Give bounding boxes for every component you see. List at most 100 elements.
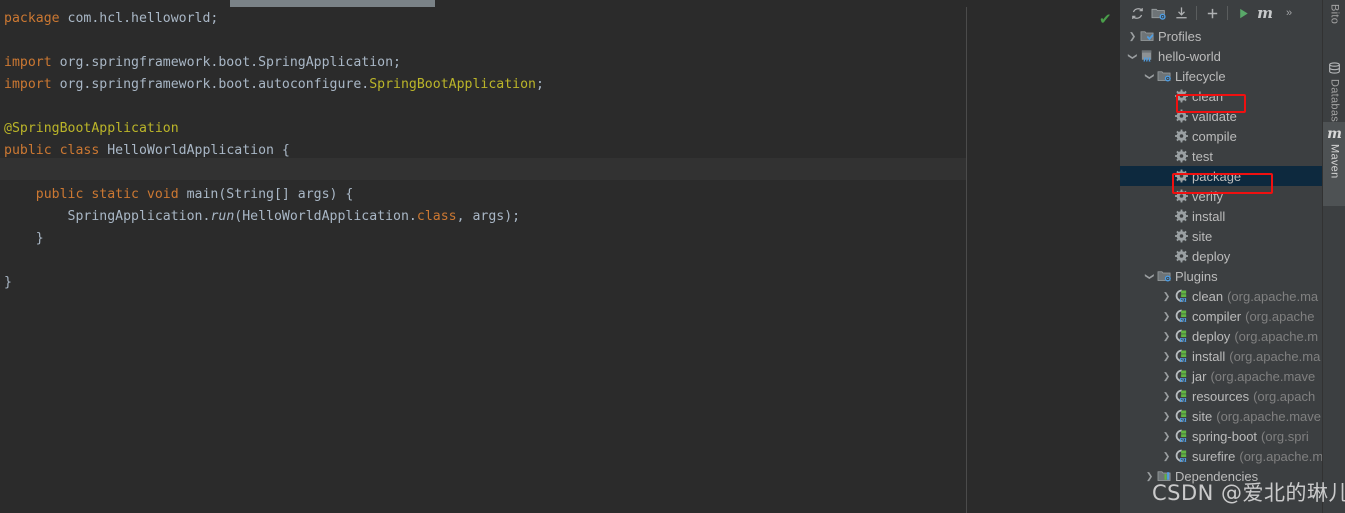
- dependencies-folder-icon: [1156, 469, 1172, 483]
- tree-row-spring-boot[interactable]: ❯ m spring-boot (org.spri: [1120, 426, 1322, 446]
- goal-gear-icon: [1173, 229, 1189, 243]
- code-token: import: [4, 55, 52, 70]
- tree-row-jar[interactable]: ❯ m jar (org.apache.mave: [1120, 366, 1322, 386]
- svg-text:m: m: [1179, 435, 1187, 443]
- plugin-icon: m: [1173, 449, 1189, 463]
- plugin-icon: m: [1173, 369, 1189, 383]
- goal-gear-icon: [1173, 249, 1189, 263]
- maven-m-icon: m: [1327, 126, 1342, 142]
- inspection-status-check-icon[interactable]: ✔: [1099, 10, 1112, 28]
- goal-gear-icon: [1173, 189, 1189, 203]
- code-token: org.springframework.boot.autoconfigure.: [51, 77, 370, 92]
- tree-row-group-id: (org.spri: [1261, 428, 1309, 444]
- tree-row-group-id: (org.apache.ma: [1227, 288, 1319, 304]
- run-maven-build-icon[interactable]: [1232, 2, 1254, 24]
- tree-row-validate[interactable]: · validate: [1120, 106, 1322, 126]
- tree-row-install[interactable]: ❯ m install (org.apache.ma: [1120, 346, 1322, 366]
- code-text-area[interactable]: package com.hcl.helloworld; import org.s…: [0, 7, 966, 513]
- tree-indent-spacer: ·: [1160, 231, 1173, 241]
- tool-tab-bito[interactable]: Bito: [1323, 2, 1345, 48]
- tree-row-verify[interactable]: · verify: [1120, 186, 1322, 206]
- tree-row-label: Lifecycle: [1175, 68, 1226, 84]
- tree-row-package[interactable]: · package: [1120, 166, 1322, 186]
- tree-row-lifecycle[interactable]: ❯ Lifecycle: [1120, 66, 1322, 86]
- tree-row-label: surefire: [1192, 448, 1236, 464]
- goal-gear-icon: [1173, 169, 1189, 183]
- editor-horizontal-scrollbar-track[interactable]: [0, 0, 1120, 7]
- tree-row-compiler[interactable]: ❯ m compiler (org.apache: [1120, 306, 1322, 326]
- right-tool-window-bar[interactable]: Bito Database m Maven: [1322, 0, 1345, 513]
- chevron-right-icon[interactable]: ❯: [1160, 371, 1173, 382]
- chevron-right-icon[interactable]: ❯: [1160, 451, 1173, 462]
- chevron-down-icon[interactable]: ❯: [1127, 50, 1138, 63]
- tree-row-clean[interactable]: ❯ m clean (org.apache.ma: [1120, 286, 1322, 306]
- tree-row-compile[interactable]: · compile: [1120, 126, 1322, 146]
- chevron-right-icon[interactable]: ❯: [1160, 291, 1173, 302]
- maven-tool-window[interactable]: m » ❯Profiles❯mhello-world❯Lifecycle·cle…: [1120, 0, 1322, 513]
- code-editor[interactable]: package com.hcl.helloworld; import org.s…: [0, 0, 1120, 513]
- tree-row-label: verify: [1192, 188, 1224, 204]
- chevron-right-icon[interactable]: ❯: [1160, 411, 1173, 422]
- tree-row-site[interactable]: · site: [1120, 226, 1322, 246]
- more-options-icon[interactable]: »: [1278, 2, 1300, 24]
- tree-row-label: install: [1192, 208, 1226, 224]
- code-token: SpringApplication.: [4, 209, 211, 224]
- chevron-right-icon[interactable]: ❯: [1126, 31, 1139, 42]
- tree-indent-spacer: ·: [1160, 151, 1173, 161]
- tree-row-label: test: [1192, 148, 1213, 164]
- chevron-down-icon[interactable]: ❯: [1144, 270, 1155, 283]
- tree-row-test[interactable]: · test: [1120, 146, 1322, 166]
- tree-indent-spacer: ·: [1160, 191, 1173, 201]
- chevron-right-icon[interactable]: ❯: [1160, 431, 1173, 442]
- plugin-icon: m: [1173, 309, 1189, 323]
- source-code[interactable]: package com.hcl.helloworld; import org.s…: [0, 7, 544, 294]
- add-maven-project-icon[interactable]: [1201, 2, 1223, 24]
- maven-toolbar[interactable]: m »: [1120, 0, 1322, 26]
- maven-projects-tree[interactable]: ❯Profiles❯mhello-world❯Lifecycle·clean·v…: [1120, 26, 1322, 513]
- tree-indent-spacer: ·: [1160, 211, 1173, 221]
- tree-row-label: jar: [1192, 368, 1207, 384]
- code-token: HelloWorldApplication {: [99, 143, 290, 158]
- code-token: public class: [4, 143, 100, 158]
- svg-text:m: m: [1179, 335, 1187, 343]
- editor-horizontal-scrollbar-thumb[interactable]: [230, 0, 435, 7]
- tree-row-label: compile: [1192, 128, 1237, 144]
- code-token: SpringBootApplication: [369, 77, 536, 92]
- tree-row-profiles[interactable]: ❯ Profiles: [1120, 26, 1322, 46]
- tree-row-dependencies[interactable]: ❯ Dependencies: [1120, 466, 1322, 486]
- tree-row-group-id: (org.apache.mave: [1216, 408, 1322, 424]
- tree-row-group-id: (org.apache.m: [1234, 328, 1319, 344]
- tree-row-hello-world[interactable]: ❯ m hello-world: [1120, 46, 1322, 66]
- reload-all-maven-projects-icon[interactable]: [1126, 2, 1148, 24]
- tree-indent-spacer: ·: [1160, 131, 1173, 141]
- chevron-right-icon[interactable]: ❯: [1160, 311, 1173, 322]
- tree-row-deploy[interactable]: · deploy: [1120, 246, 1322, 266]
- download-sources-icon[interactable]: [1170, 2, 1192, 24]
- tree-row-clean[interactable]: · clean: [1120, 86, 1322, 106]
- chevron-right-icon[interactable]: ❯: [1160, 351, 1173, 362]
- tool-tab-maven[interactable]: m Maven: [1323, 122, 1345, 206]
- tree-row-deploy[interactable]: ❯ m deploy (org.apache.m: [1120, 326, 1322, 346]
- generate-sources-and-update-folders-icon[interactable]: [1148, 2, 1170, 24]
- plugin-icon: m: [1173, 389, 1189, 403]
- tree-row-group-id: (org.apache: [1245, 308, 1315, 324]
- tree-row-install[interactable]: · install: [1120, 206, 1322, 226]
- code-token: public static void: [4, 187, 179, 202]
- code-token: , args);: [456, 209, 521, 224]
- tree-row-surefire[interactable]: ❯ m surefire (org.apache.m: [1120, 446, 1322, 466]
- tree-row-site[interactable]: ❯ m site (org.apache.mave: [1120, 406, 1322, 426]
- chevron-right-icon[interactable]: ❯: [1143, 471, 1156, 482]
- chevron-right-icon[interactable]: ❯: [1160, 331, 1173, 342]
- code-token: ;: [535, 77, 544, 92]
- chevron-right-icon[interactable]: ❯: [1160, 391, 1173, 402]
- tree-row-plugins[interactable]: ❯ Plugins: [1120, 266, 1322, 286]
- tree-row-label: hello-world: [1158, 48, 1221, 64]
- chevron-down-icon[interactable]: ❯: [1144, 70, 1155, 83]
- execute-maven-goal-icon[interactable]: m: [1254, 2, 1276, 24]
- tree-row-resources[interactable]: ❯ m resources (org.apach: [1120, 386, 1322, 406]
- tree-row-label: deploy: [1192, 248, 1231, 264]
- tree-row-label: resources: [1192, 388, 1250, 404]
- database-icon: [1328, 62, 1341, 77]
- tool-tab-maven-label: Maven: [1328, 144, 1341, 179]
- tree-row-label: spring-boot: [1192, 428, 1258, 444]
